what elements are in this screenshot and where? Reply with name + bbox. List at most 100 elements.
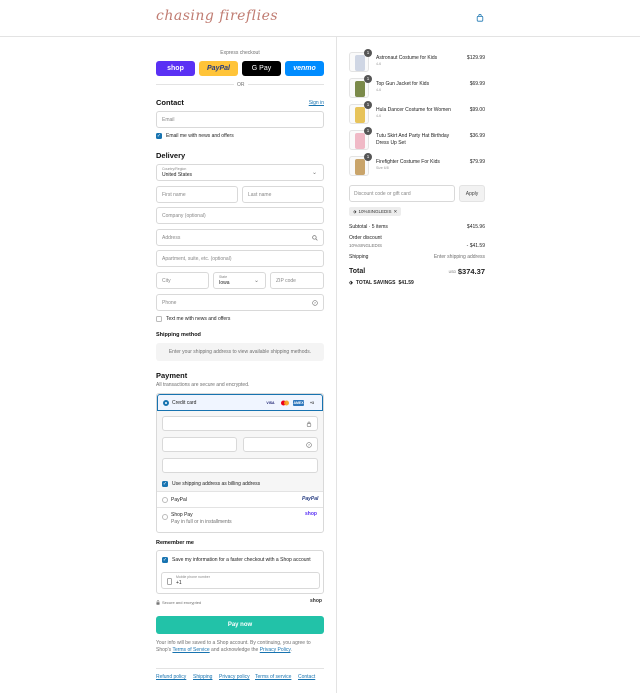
zip-field[interactable]: ZIP code [270, 272, 324, 289]
svg-text:?: ? [308, 443, 310, 447]
or-label: OR [234, 82, 248, 88]
tag-icon: ⬗ [349, 280, 353, 286]
order-discount-code: 10%SINGLEDIS [349, 243, 383, 248]
sign-in-link[interactable]: Sign in [309, 100, 324, 106]
paypal-option[interactable]: PayPal PayPal [157, 491, 323, 507]
apply-discount-button[interactable]: Apply [459, 185, 485, 202]
product-image [355, 107, 365, 123]
total-savings: ⬗ TOTAL SAVINGS $41.59 [349, 280, 414, 286]
terms-of-service-link[interactable]: Terms of Service [172, 647, 209, 653]
cart-item: 1 Firefighter Costume For Kids Size 6/8 … [349, 153, 485, 178]
help-icon[interactable]: ? [306, 442, 312, 448]
product-price: $69.99 [469, 81, 485, 87]
first-name-field[interactable]: First name [156, 186, 238, 203]
security-code-field[interactable]: ? [243, 437, 318, 452]
legal-text-part2: and acknowledge the [209, 647, 260, 653]
product-name: Firefighter Costume For Kids [376, 159, 440, 165]
credit-card-form: ? ✓ Use shipping address as billing addr… [157, 411, 323, 491]
discount-code-input[interactable]: Discount code or gift card [349, 185, 455, 202]
refund-policy-link[interactable]: Refund policy [156, 674, 186, 680]
store-logo[interactable]: chasing fireflies [156, 8, 278, 24]
product-image [355, 133, 365, 149]
help-icon[interactable]: ? [312, 300, 318, 306]
chevron-down-icon: ⌄ [312, 170, 318, 176]
country-select[interactable]: Country/Region United States ⌄ [156, 164, 324, 181]
payment-methods: Credit card VISA AMEX +3 ? ✓ Use shippin… [156, 393, 324, 533]
more-cards-badge: +3 [310, 401, 314, 405]
shop-pay-radio[interactable] [162, 514, 168, 520]
shop-pay-option[interactable]: Shop Pay Pay in full or in installments … [157, 507, 323, 532]
save-info-checkbox[interactable]: ✓ [162, 557, 168, 563]
country-label: Country/Region [162, 167, 187, 171]
quantity-badge: 1 [364, 101, 372, 109]
product-name: Tutu Skirt And Party Hat Birthday Dress … [376, 133, 450, 146]
product-variant: 4-6 [376, 88, 382, 92]
paypal-radio[interactable] [162, 497, 168, 503]
total-savings-label: TOTAL SAVINGS [355, 280, 396, 286]
shopping-bag-icon[interactable] [476, 14, 484, 22]
product-price: $129.99 [466, 55, 485, 61]
shipping-link[interactable]: Shipping [193, 674, 212, 680]
company-field[interactable]: Company (optional) [156, 207, 324, 224]
save-info-label: Save my information for a faster checkou… [172, 557, 311, 563]
payment-subtitle: All transactions are secure and encrypte… [156, 382, 250, 388]
address-field[interactable]: Address [156, 229, 324, 246]
zip-placeholder: ZIP code [276, 277, 296, 284]
total-label: Total [349, 268, 366, 275]
product-price: $79.99 [469, 159, 485, 165]
product-name: Hula Dancer Costume for Women [376, 107, 451, 113]
shop-pay-button[interactable]: shop [156, 61, 195, 76]
cart-item: 1 Tutu Skirt And Party Hat Birthday Dres… [349, 127, 485, 152]
paypal-label: PayPal [171, 497, 187, 503]
text-news-checkbox[interactable] [156, 316, 162, 322]
quantity-badge: 1 [364, 49, 372, 57]
city-field[interactable]: City [156, 272, 209, 289]
footer-divider [156, 668, 324, 669]
card-number-field[interactable] [162, 416, 318, 431]
payment-title: Payment [156, 371, 188, 380]
shipping-method-message: Enter your shipping address to view avai… [156, 343, 324, 361]
google-pay-button[interactable]: G Pay [242, 61, 281, 76]
amex-icon: AMEX [293, 400, 304, 406]
lock-icon [156, 600, 160, 605]
remove-discount-icon[interactable]: ✕ [393, 209, 397, 215]
product-variant: 4-6 [376, 62, 382, 66]
company-placeholder: Company (optional) [162, 212, 206, 219]
svg-text:?: ? [314, 301, 316, 305]
state-select[interactable]: State Iowa ⌄ [213, 272, 266, 289]
cart-item: 1 Top Gun Jacket for Kids 4-6 $69.99 [349, 75, 485, 100]
venmo-button[interactable]: venmo [285, 61, 324, 76]
billing-same-checkbox[interactable]: ✓ [162, 481, 168, 487]
search-icon [312, 235, 318, 241]
city-placeholder: City [162, 277, 171, 284]
expiration-field[interactable] [162, 437, 237, 452]
mobile-phone-field[interactable]: Mobile phone number +1 [161, 572, 320, 589]
mastercard-icon [279, 400, 290, 406]
text-news-label: Text me with news and offers [166, 316, 231, 322]
mobile-phone-icon [167, 578, 172, 585]
shop-pay-label: Shop Pay [171, 512, 193, 518]
email-field[interactable]: Email [156, 111, 324, 128]
paypal-button[interactable]: PayPal [199, 61, 238, 76]
column-divider [336, 37, 337, 693]
mobile-phone-label: Mobile phone number [176, 575, 210, 579]
terms-of-service-footer-link[interactable]: Terms of service [255, 674, 291, 680]
privacy-policy-footer-link[interactable]: Privacy policy [219, 674, 250, 680]
product-variant: Size 6/8 [376, 166, 389, 170]
tag-icon: ⬗ [353, 208, 357, 214]
apartment-field[interactable]: Apartment, suite, etc. (optional) [156, 250, 324, 267]
phone-field[interactable]: Phone ? [156, 294, 324, 311]
applied-discount-tag: ⬗ 10%SINGLEDIS ✕ [349, 207, 402, 216]
pay-now-button[interactable]: Pay now [156, 616, 324, 634]
shipping-label: Shipping [349, 254, 369, 260]
name-on-card-field[interactable] [162, 458, 318, 473]
credit-card-radio[interactable] [163, 400, 169, 406]
last-name-field[interactable]: Last name [242, 186, 324, 203]
secure-label: Secure and encrypted [162, 600, 202, 605]
express-checkout-title: Express checkout [220, 50, 260, 56]
credit-card-option[interactable]: Credit card VISA AMEX +3 [157, 394, 323, 411]
email-news-checkbox[interactable]: ✓ [156, 133, 162, 139]
phone-placeholder: Phone [162, 299, 177, 306]
privacy-policy-link[interactable]: Privacy Policy [260, 647, 291, 653]
contact-link[interactable]: Contact [298, 674, 315, 680]
